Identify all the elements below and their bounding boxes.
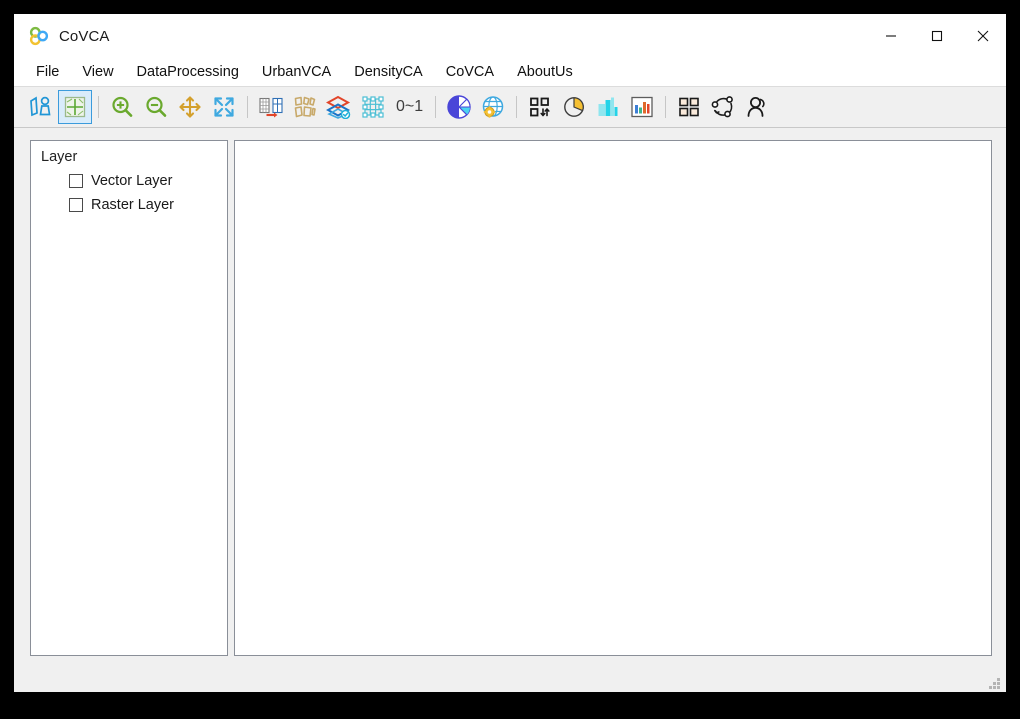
minimize-button[interactable] <box>868 14 914 58</box>
toolbar-button-bar-chart-framed[interactable] <box>625 90 659 124</box>
full-extent-icon <box>214 97 234 117</box>
layer-panel-title: Layer <box>41 149 78 165</box>
squares-sort-icon <box>530 97 550 117</box>
bar-chart-framed-icon <box>631 96 653 118</box>
menu-item-covca[interactable]: CoVCA <box>446 62 494 82</box>
parcel-polygons-icon <box>294 96 316 118</box>
grid-four-squares-icon <box>679 97 699 117</box>
pan-icon <box>179 96 201 118</box>
window-controls <box>868 14 1006 58</box>
toolbar-button-raster-grid[interactable] <box>58 90 92 124</box>
vector-shapes-icon <box>30 96 51 117</box>
minimize-icon <box>886 35 896 37</box>
maximize-button[interactable] <box>914 14 960 58</box>
menu-bar: File View DataProcessing UrbanVCA Densit… <box>14 58 1006 86</box>
globe-gear-icon <box>482 96 504 118</box>
user-icon <box>747 97 765 117</box>
toolbar-button-table-to-vector[interactable] <box>254 90 288 124</box>
layer-panel: Layer Vector Layer Raster Layer <box>30 140 228 656</box>
toolbar-button-pie-chart[interactable] <box>557 90 591 124</box>
toolbar-button-globe-gear[interactable] <box>476 90 510 124</box>
table-to-vector-icon <box>259 97 283 118</box>
close-icon <box>977 30 989 42</box>
toolbar-button-squares-sort[interactable] <box>523 90 557 124</box>
menu-item-aboutus[interactable]: AboutUs <box>517 62 573 82</box>
bar-chart-cyan-icon <box>598 97 618 116</box>
pie-chart-icon <box>564 97 585 117</box>
menu-item-densityca[interactable]: DensityCA <box>354 62 423 82</box>
toolbar-button-pan[interactable] <box>173 90 207 124</box>
toolbar-separator <box>665 96 667 118</box>
resize-grip-icon[interactable] <box>988 675 1002 689</box>
toolbar-button-parcel-polygons[interactable] <box>288 90 322 124</box>
vector-layer-checkbox[interactable] <box>69 174 83 188</box>
menu-item-urbanvca[interactable]: UrbanVCA <box>262 62 331 82</box>
layers-stack-icon <box>326 95 351 119</box>
toolbar-button-vector-shapes[interactable] <box>24 90 58 124</box>
zoom-in-icon <box>112 96 133 117</box>
toolbar-button-sphere-split[interactable] <box>442 90 476 124</box>
toolbar-button-grid-four-squares[interactable] <box>672 90 706 124</box>
toolbar-button-network-nodes[interactable] <box>706 90 740 124</box>
status-bar <box>14 656 1006 692</box>
layer-item-raster[interactable]: Raster Layer <box>69 195 217 215</box>
toolbar-separator <box>247 96 248 118</box>
window-title: CoVCA <box>59 27 110 45</box>
title-bar: CoVCA <box>14 14 1006 58</box>
toolbar-button-fishnet-grid[interactable] <box>356 90 390 124</box>
raster-layer-label: Raster Layer <box>91 197 175 213</box>
toolbar-button-full-extent[interactable] <box>207 90 241 124</box>
toolbar-button-bar-chart-cyan[interactable] <box>591 90 625 124</box>
raster-grid-icon <box>64 96 86 118</box>
main-content-area: Layer Vector Layer Raster Layer <box>14 128 1006 656</box>
menu-item-view[interactable]: View <box>82 62 113 82</box>
covca-logo-icon <box>29 26 49 46</box>
toolbar-button-layers-stack[interactable] <box>322 90 356 124</box>
toolbar-separator <box>435 96 437 118</box>
fishnet-grid-icon <box>362 96 384 118</box>
toolbar-button-zoom-in[interactable] <box>105 90 139 124</box>
menu-item-dataprocessing[interactable]: DataProcessing <box>137 62 239 82</box>
close-button[interactable] <box>960 14 1006 58</box>
application-window: CoVCA File View DataProcessing UrbanVCA … <box>14 14 1006 692</box>
toolbar-normalize-label[interactable]: 0~1 <box>390 98 429 116</box>
toolbar-button-zoom-out[interactable] <box>139 90 173 124</box>
maximize-icon <box>931 30 943 42</box>
vector-layer-label: Vector Layer <box>91 173 173 189</box>
toolbar: 0~1 <box>14 86 1006 128</box>
menu-item-file[interactable]: File <box>36 62 59 82</box>
layer-item-vector[interactable]: Vector Layer <box>69 171 217 191</box>
network-nodes-icon <box>711 96 734 118</box>
toolbar-separator <box>516 96 518 118</box>
zoom-out-icon <box>146 96 167 117</box>
raster-layer-checkbox[interactable] <box>69 198 83 212</box>
sphere-split-icon <box>447 95 471 119</box>
map-canvas[interactable] <box>234 140 992 656</box>
toolbar-button-user[interactable] <box>740 90 774 124</box>
toolbar-separator <box>98 96 99 118</box>
